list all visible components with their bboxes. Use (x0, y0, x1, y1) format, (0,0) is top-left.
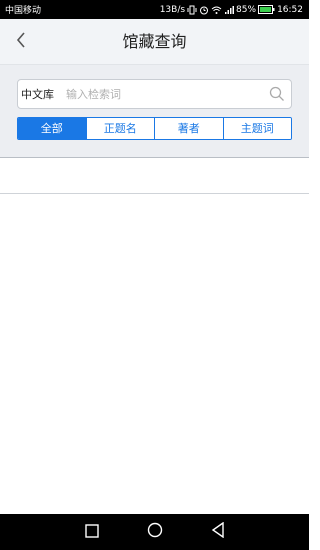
results-divider (0, 193, 309, 194)
network-speed: 13B/s (159, 4, 186, 15)
circle-icon (147, 522, 163, 542)
square-icon (84, 523, 99, 542)
recent-apps-button[interactable] (77, 517, 107, 547)
library-selector[interactable]: 中文库 (18, 86, 66, 102)
back-button[interactable] (9, 29, 33, 55)
vibrate-icon (187, 5, 197, 15)
system-nav-bar (0, 514, 309, 550)
status-indicators: 13B/s 85% 16:52 (160, 5, 303, 15)
tab-author[interactable]: 著者 (154, 118, 223, 139)
tab-all[interactable]: 全部 (18, 118, 86, 139)
search-box: 中文库 (17, 79, 292, 109)
tab-title[interactable]: 正题名 (85, 118, 154, 139)
search-field-tabs: 全部 正题名 著者 主题词 (17, 117, 292, 140)
app-header: 馆藏查询 (0, 19, 309, 65)
carrier-label: 中国移动 (5, 6, 42, 16)
wifi-icon (211, 5, 222, 15)
alarm-icon (199, 5, 209, 15)
chevron-left-icon (15, 31, 27, 53)
search-area: 中文库 全部 正题名 著者 主题词 (0, 65, 309, 158)
signal-icon (224, 5, 235, 15)
battery-percent: 85% (236, 4, 257, 15)
triangle-back-icon (211, 521, 225, 542)
clock-time: 16:52 (277, 4, 303, 15)
battery-icon (258, 5, 275, 14)
page-title: 馆藏查询 (122, 32, 187, 51)
search-icon[interactable] (266, 86, 288, 102)
home-button[interactable] (140, 517, 170, 547)
search-input[interactable] (66, 87, 266, 101)
back-nav-button[interactable] (203, 517, 233, 547)
status-bar: 中国移动 13B/s 85% 16:52 (0, 0, 309, 19)
tab-subject[interactable]: 主题词 (222, 118, 291, 139)
